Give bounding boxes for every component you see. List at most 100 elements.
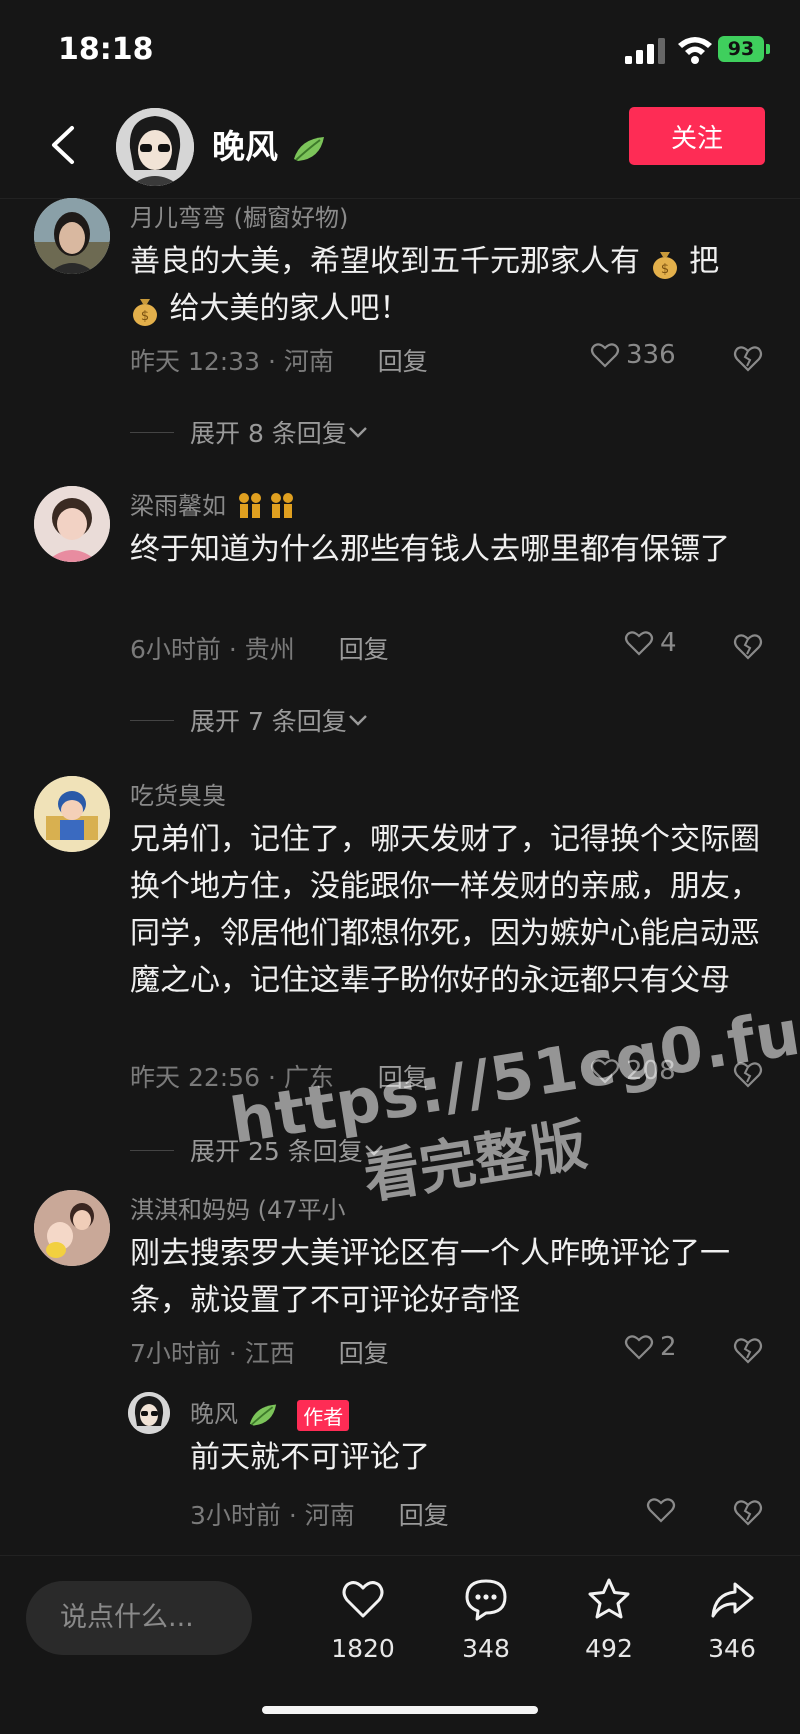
author-reply-avatar[interactable]: [128, 1392, 170, 1434]
follow-button[interactable]: 关注: [629, 107, 765, 165]
wifi-icon: [678, 37, 712, 64]
author-avatar[interactable]: [116, 108, 194, 186]
expand-replies-label: 展开 25 条回复: [190, 1137, 363, 1166]
comment-like-button[interactable]: 336: [590, 340, 676, 370]
comment-meta: 6小时前 · 贵州 回复: [130, 630, 389, 666]
heart-icon: [342, 1581, 384, 1618]
dancers-emoji-icon: [238, 493, 293, 518]
broken-heart-icon[interactable]: [732, 342, 764, 374]
broken-heart-icon[interactable]: [732, 1496, 764, 1528]
svg-text:$: $: [141, 309, 149, 324]
commenter-avatar[interactable]: [34, 776, 110, 852]
author-name: 晚风: [212, 120, 328, 168]
commenter-name[interactable]: 淇淇和妈妈 (47平小: [130, 1190, 346, 1225]
chevron-down-icon: [348, 715, 367, 726]
heart-outline-icon: [624, 1335, 654, 1360]
comment-time-location: 昨天 12:33 · 河南: [130, 347, 334, 376]
like-count: 4: [660, 628, 677, 658]
comment-meta: 昨天 22:56 · 广东 回复: [130, 1058, 428, 1094]
money-bag-icon: $: [133, 298, 157, 326]
commenter-avatar[interactable]: [34, 198, 110, 274]
expand-replies-label: 展开 7 条回复: [190, 707, 347, 736]
like-total: 1820: [331, 1634, 395, 1663]
author-reply-name[interactable]: 晚风 作者: [190, 1394, 350, 1431]
heart-outline-icon: [590, 1059, 620, 1084]
reply-button[interactable]: 回复: [339, 1339, 389, 1368]
reply-button[interactable]: 回复: [399, 1501, 449, 1530]
comment-text-part: 给大美的家人吧！: [169, 291, 410, 326]
reply-button[interactable]: 回复: [378, 1063, 428, 1092]
comment-meta: 昨天 12:33 · 河南 回复: [130, 342, 428, 378]
chevron-down-icon: [364, 1145, 383, 1156]
author-reply-text: 前天就不可评论了: [190, 1440, 430, 1475]
comment-text-part: 把: [689, 244, 720, 279]
author-reply-time-location: 3小时前 · 河南: [190, 1501, 355, 1530]
comment-like-button[interactable]: 4: [624, 628, 677, 658]
broken-heart-icon[interactable]: [732, 1334, 764, 1366]
divider-line: [130, 719, 174, 721]
comment-like-button[interactable]: 2: [624, 1332, 677, 1362]
comment-text: 终于知道为什么那些有钱人去哪里都有保镖了: [130, 532, 730, 567]
comment-action[interactable]: 348: [441, 1576, 531, 1663]
author-reply-name-text: 晚风: [190, 1400, 238, 1428]
header-bar: 晚风 关注: [0, 100, 800, 199]
heart-outline-icon[interactable]: [646, 1496, 676, 1524]
favorite-action[interactable]: 492: [564, 1576, 654, 1663]
heart-outline-icon: [590, 343, 620, 368]
comment-total: 348: [462, 1634, 510, 1663]
money-bag-icon: $: [652, 251, 677, 279]
commenter-name[interactable]: 梁雨馨如: [130, 486, 298, 524]
like-count: 336: [626, 340, 676, 370]
chevron-down-icon: [348, 427, 367, 438]
divider-line: [130, 431, 174, 433]
leaf-icon: [293, 136, 324, 161]
star-icon: [588, 1578, 630, 1619]
author-name-text: 晚风: [212, 127, 278, 166]
home-indicator[interactable]: [262, 1706, 538, 1714]
bottom-action-bar: 说点什么... 1820 348 492 346: [0, 1555, 800, 1734]
broken-heart-icon[interactable]: [732, 1058, 764, 1090]
comment-input[interactable]: 说点什么...: [26, 1581, 252, 1655]
comment-like-button[interactable]: 208: [590, 1056, 676, 1086]
share-total: 346: [708, 1634, 756, 1663]
share-action[interactable]: 346: [687, 1576, 777, 1663]
like-action[interactable]: 1820: [318, 1576, 408, 1663]
comment-meta: 7小时前 · 江西 回复: [130, 1334, 389, 1370]
author-reply-meta: 3小时前 · 河南 回复: [190, 1496, 449, 1532]
status-time: 18:18: [58, 32, 154, 67]
expand-replies-label: 展开 8 条回复: [190, 419, 347, 448]
expand-replies[interactable]: 展开 7 条回复: [130, 702, 369, 738]
back-arrow-icon[interactable]: [40, 120, 90, 170]
share-arrow-icon: [711, 1582, 754, 1618]
leaf-icon: [249, 1404, 276, 1426]
divider-line: [130, 1149, 174, 1151]
author-tag: 作者: [297, 1399, 350, 1431]
comment-text: 善良的大美，希望收到五千元那家人有 $ 把 $ 给大美的家人吧！: [130, 238, 770, 332]
commenter-name[interactable]: 吃货臭臭: [130, 776, 226, 811]
status-bar: 18:18 93: [0, 0, 800, 100]
cellular-signal-icon: [625, 38, 665, 64]
expand-replies[interactable]: 展开 8 条回复: [130, 414, 369, 450]
expand-replies[interactable]: 展开 25 条回复: [130, 1132, 385, 1168]
like-count: 2: [660, 1332, 677, 1362]
battery-indicator: 93: [718, 36, 764, 62]
commenter-avatar[interactable]: [34, 1190, 110, 1266]
heart-outline-icon: [624, 631, 654, 656]
commenter-avatar[interactable]: [34, 486, 110, 562]
reply-button[interactable]: 回复: [378, 347, 428, 376]
svg-text:$: $: [660, 262, 668, 277]
comment-text: 刚去搜索罗大美评论区有一个人昨晚评论了一条，就设置了不可评论好奇怪: [130, 1236, 730, 1318]
comment-time-location: 7小时前 · 江西: [130, 1339, 295, 1368]
comment-text-part: 善良的大美，希望收到五千元那家人有: [130, 244, 640, 279]
commenter-name-text: 梁雨馨如: [130, 492, 226, 520]
comment-time-location: 昨天 22:56 · 广东: [130, 1063, 334, 1092]
comment-text: 兄弟们，记住了，哪天发财了，记得换个交际圈换个地方住，没能跟你一样发财的亲戚，朋…: [130, 822, 760, 998]
comment-bubble-icon: [465, 1579, 507, 1621]
battery-tip: [766, 44, 770, 54]
like-count: 208: [626, 1056, 676, 1086]
commenter-name[interactable]: 月儿弯弯 (橱窗好物): [130, 198, 348, 233]
broken-heart-icon[interactable]: [732, 630, 764, 662]
comment-time-location: 6小时前 · 贵州: [130, 635, 295, 664]
favorite-total: 492: [585, 1634, 633, 1663]
reply-button[interactable]: 回复: [339, 635, 389, 664]
